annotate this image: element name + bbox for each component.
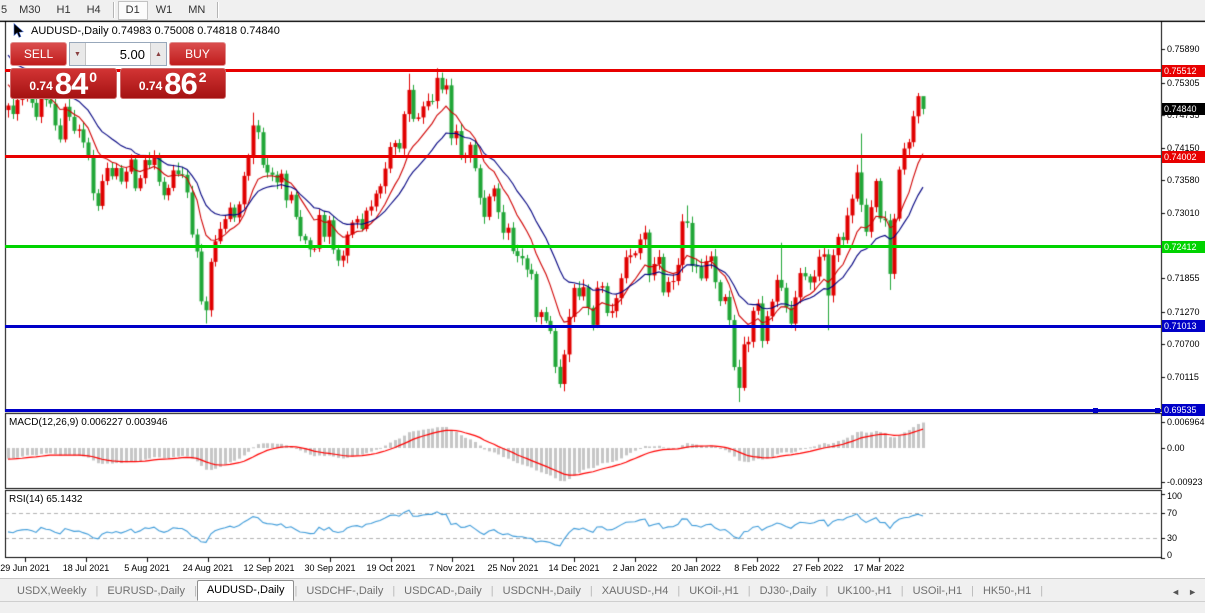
date-axis-label: 12 Sep 2021 bbox=[243, 563, 294, 573]
hline-0.71013[interactable] bbox=[5, 325, 1161, 328]
date-axis-label: 14 Dec 2021 bbox=[548, 563, 599, 573]
tab-ukoil-h1[interactable]: UKOil-,H1 bbox=[680, 582, 748, 601]
date-axis-label: 24 Aug 2021 bbox=[183, 563, 234, 573]
sell-price-big-digits: 84 bbox=[55, 70, 87, 97]
date-axis-label: 2 Jan 2022 bbox=[613, 563, 658, 573]
tab-dj30-daily[interactable]: DJ30-,Daily bbox=[751, 582, 826, 601]
macd-indicator-label: MACD(12,26,9) 0.006227 0.003946 bbox=[9, 417, 167, 428]
timeframe-button-mn[interactable]: MN bbox=[180, 1, 213, 20]
line-handle[interactable] bbox=[1155, 408, 1160, 413]
tab-hk50-h1[interactable]: HK50-,H1 bbox=[974, 582, 1040, 601]
rsi-indicator-label: RSI(14) 65.1432 bbox=[9, 494, 82, 505]
chart-tab-bar: USDX,Weekly|EURUSD-,Daily|AUDUSD-,Daily|… bbox=[0, 578, 1205, 601]
current-price-badge: 0.74840 bbox=[1162, 103, 1205, 115]
tab-scroll-right-icon[interactable]: ► bbox=[1188, 587, 1197, 597]
timeframe-button-m30[interactable]: M30 bbox=[11, 1, 48, 20]
buy-price-prefix: 0.74 bbox=[139, 79, 162, 93]
sell-price-pipette: 0 bbox=[89, 69, 97, 85]
price-axis-tick: 0.70700 bbox=[1167, 339, 1200, 349]
tab-divider: | bbox=[1040, 585, 1043, 601]
price-axis-tick: 0.75890 bbox=[1167, 44, 1200, 54]
date-axis-label: 8 Feb 2022 bbox=[734, 563, 780, 573]
sell-button[interactable]: SELL bbox=[10, 42, 67, 66]
chart-symbol-title: AUDUSD-,Daily 0.74983 0.75008 0.74818 0.… bbox=[11, 23, 280, 38]
timeframe-button-h1[interactable]: H1 bbox=[49, 1, 79, 20]
hline-0.74002[interactable] bbox=[5, 155, 1161, 158]
macd-axis-tick: 0.006964 bbox=[1167, 417, 1205, 427]
tab-scroll-buttons: ◄► bbox=[1171, 587, 1205, 601]
timeframe-button-partial[interactable]: 5 bbox=[0, 1, 11, 20]
macd-axis-tick: -0.00923 bbox=[1167, 477, 1203, 487]
tab-eurusd-daily[interactable]: EURUSD-,Daily bbox=[98, 582, 194, 601]
symbol-ohlc-text: AUDUSD-,Daily 0.74983 0.75008 0.74818 0.… bbox=[31, 25, 280, 37]
hline-0.69535[interactable] bbox=[5, 409, 1161, 412]
buy-price-button[interactable]: 0.74 86 2 bbox=[120, 68, 227, 99]
buy-price-big-digits: 86 bbox=[164, 70, 196, 97]
price-badge-level: 0.75512 bbox=[1162, 65, 1205, 77]
date-axis-label: 17 Mar 2022 bbox=[854, 563, 905, 573]
toolbar-separator bbox=[113, 2, 114, 18]
rsi-axis-tick: 0 bbox=[1167, 550, 1172, 560]
price-axis-tick: 0.73010 bbox=[1167, 208, 1200, 218]
rsi-axis-tick: 70 bbox=[1167, 508, 1177, 518]
volume-decrease-button[interactable]: ▼ bbox=[70, 43, 86, 65]
timeframe-button-d1[interactable]: D1 bbox=[118, 1, 148, 20]
mt4-window: 5M30H1H4 D1W1MN AUDUSD-,Daily 0.74983 0.7… bbox=[0, 0, 1205, 613]
sell-price-button[interactable]: 0.74 84 0 bbox=[10, 68, 117, 99]
line-handle[interactable] bbox=[1093, 408, 1098, 413]
volume-input[interactable]: 5.00 bbox=[86, 43, 150, 65]
price-badge-level: 0.69535 bbox=[1162, 404, 1205, 416]
tab-usdcad-daily[interactable]: USDCAD-,Daily bbox=[395, 582, 491, 601]
status-bar bbox=[0, 601, 1205, 613]
date-axis-label: 25 Nov 2021 bbox=[487, 563, 538, 573]
date-axis-label: 29 Jun 2021 bbox=[0, 563, 50, 573]
date-axis-label: 27 Feb 2022 bbox=[793, 563, 844, 573]
price-axis-tick: 0.73580 bbox=[1167, 175, 1200, 185]
price-axis-tick: 0.70115 bbox=[1167, 372, 1199, 382]
hline-0.72412[interactable] bbox=[5, 245, 1161, 248]
buy-button[interactable]: BUY bbox=[169, 42, 226, 66]
tab-usdchf-daily[interactable]: USDCHF-,Daily bbox=[297, 582, 392, 601]
tab-audusd-daily[interactable]: AUDUSD-,Daily bbox=[197, 580, 295, 601]
rsi-axis-tick: 100 bbox=[1167, 491, 1182, 501]
sell-price-prefix: 0.74 bbox=[29, 79, 52, 93]
buy-price-pipette: 2 bbox=[199, 69, 207, 85]
price-badge-level: 0.74002 bbox=[1162, 151, 1205, 163]
date-axis-label: 20 Jan 2022 bbox=[671, 563, 721, 573]
date-axis-label: 19 Oct 2021 bbox=[366, 563, 415, 573]
volume-spinner: ▼ 5.00 ▲ bbox=[69, 42, 167, 66]
price-axis-tick: 0.71855 bbox=[1167, 273, 1200, 283]
tab-usdcnh-daily[interactable]: USDCNH-,Daily bbox=[494, 582, 590, 601]
tab-uk100-h1[interactable]: UK100-,H1 bbox=[828, 582, 900, 601]
price-badge-level: 0.71013 bbox=[1162, 320, 1205, 332]
cursor-arrow-icon bbox=[11, 23, 25, 38]
toolbar-separator bbox=[217, 2, 218, 18]
timeframe-button-h4[interactable]: H4 bbox=[79, 1, 109, 20]
date-axis-label: 7 Nov 2021 bbox=[429, 563, 475, 573]
one-click-trade-panel: SELL ▼ 5.00 ▲ BUY 0.74 84 0 0.74 86 2 bbox=[10, 42, 226, 99]
tab-xauusd-h4[interactable]: XAUUSD-,H4 bbox=[593, 582, 678, 601]
price-axis-tick: 0.75305 bbox=[1167, 78, 1200, 88]
timeframe-button-w1[interactable]: W1 bbox=[148, 1, 181, 20]
tab-usdx-weekly[interactable]: USDX,Weekly bbox=[8, 582, 95, 601]
date-axis-label: 5 Aug 2021 bbox=[124, 563, 170, 573]
date-axis-label: 30 Sep 2021 bbox=[304, 563, 355, 573]
price-badge-level: 0.72412 bbox=[1162, 241, 1205, 253]
tab-usoil-h1[interactable]: USOil-,H1 bbox=[904, 582, 972, 601]
price-axis-tick: 0.71270 bbox=[1167, 307, 1200, 317]
rsi-axis-tick: 30 bbox=[1167, 533, 1177, 543]
macd-axis-tick: 0.00 bbox=[1167, 443, 1185, 453]
volume-increase-button[interactable]: ▲ bbox=[150, 43, 166, 65]
timeframe-toolbar: 5M30H1H4 D1W1MN bbox=[0, 0, 1205, 21]
date-axis-label: 18 Jul 2021 bbox=[63, 563, 110, 573]
tab-scroll-left-icon[interactable]: ◄ bbox=[1171, 587, 1180, 597]
